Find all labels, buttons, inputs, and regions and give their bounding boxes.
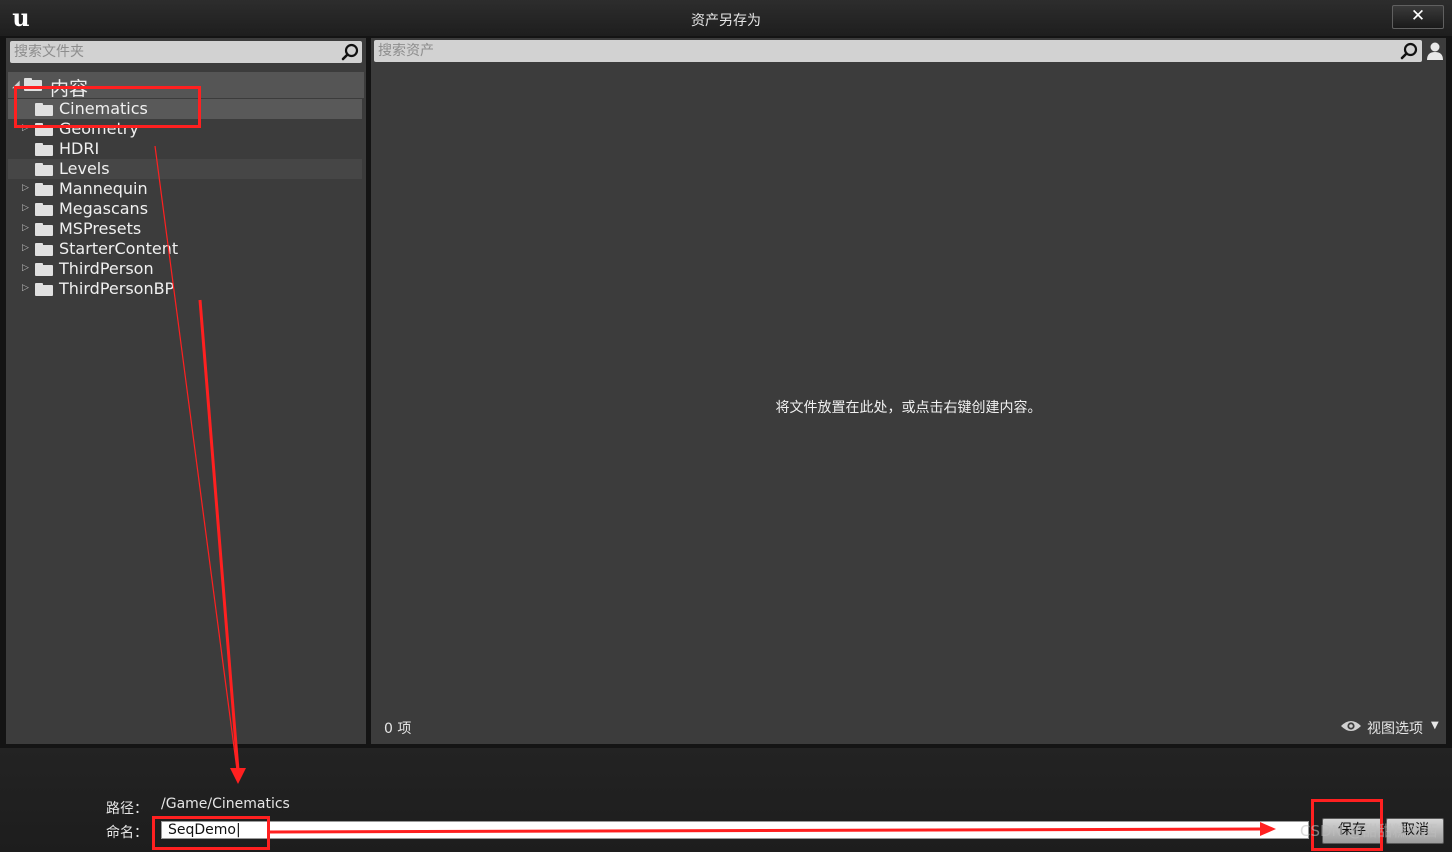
tree-item-thirdperson[interactable]: ▷ ThirdPerson	[8, 259, 362, 279]
user-filter-icon[interactable]	[1426, 41, 1444, 61]
expand-arrow-icon[interactable]: ▷	[22, 243, 29, 253]
tree-item-mannequin[interactable]: ▷ Mannequin	[8, 179, 362, 199]
path-label: 路径：	[106, 801, 148, 817]
empty-drop-message: 将文件放置在此处，或点击右键创建内容。	[775, 400, 1042, 416]
tree-item-label: Mannequin	[59, 179, 148, 198]
view-options-label: 视图选项	[1367, 721, 1423, 737]
tree-item-thirdpersonbp[interactable]: ▷ ThirdPersonBP	[8, 279, 362, 299]
asset-search-input[interactable]	[378, 40, 1378, 62]
tree-item-label: ThirdPerson	[59, 259, 154, 278]
tree-item-label: ThirdPersonBP	[59, 279, 175, 298]
tree-item-mspresets[interactable]: ▷ MSPresets	[8, 219, 362, 239]
asset-panel: 将文件放置在此处，或点击右键创建内容。 0 项 视图选项 ▼	[371, 38, 1446, 744]
close-icon: ✕	[1410, 6, 1426, 26]
expand-arrow-icon[interactable]: ▷	[22, 183, 29, 193]
caret-down-icon: ▼	[1431, 720, 1439, 731]
asset-search-box[interactable]	[374, 40, 1422, 62]
expand-arrow-icon[interactable]: ▷	[22, 203, 29, 213]
close-button[interactable]: ✕	[1392, 5, 1444, 29]
name-label: 命名：	[106, 825, 148, 841]
tree-item-label: Levels	[59, 159, 110, 178]
search-icon[interactable]	[341, 43, 359, 61]
folder-icon	[35, 183, 53, 196]
expand-arrow-icon[interactable]: ▷	[22, 263, 29, 273]
watermark: CSDN @甜甜糕杰西	[1300, 822, 1438, 840]
tree-item-startercontent[interactable]: ▷ StarterContent	[8, 239, 362, 259]
item-count: 0 项	[384, 721, 412, 737]
tree-item-label: StarterContent	[59, 239, 179, 258]
folder-icon	[35, 243, 53, 256]
folder-search-input[interactable]	[14, 41, 334, 63]
expand-arrow-icon[interactable]: ▷	[22, 223, 29, 233]
tree-item-label: MSPresets	[59, 219, 142, 238]
tree-item-levels[interactable]: Levels	[8, 159, 362, 179]
eye-icon	[1341, 721, 1361, 731]
path-value: /Game/Cinematics	[161, 796, 290, 812]
tree-item-hdri[interactable]: HDRI	[8, 139, 362, 159]
folder-icon	[35, 263, 53, 276]
title-bar: u 资产另存为 ✕	[0, 0, 1452, 36]
tree-item-label: HDRI	[59, 139, 100, 158]
folder-search-box[interactable]	[10, 41, 362, 63]
search-icon[interactable]	[1400, 42, 1418, 60]
folder-icon	[35, 203, 53, 216]
folder-panel: ◢ 内容 Cinematics▷GeometryHDRILevels▷Manne…	[6, 38, 366, 744]
folder-icon	[35, 223, 53, 236]
tree-item-label: Megascans	[59, 199, 149, 218]
tree-item-megascans[interactable]: ▷ Megascans	[8, 199, 362, 219]
asset-name-input[interactable]: SeqDemo|	[161, 821, 1309, 839]
annotation-box-cinematics	[14, 86, 201, 128]
folder-icon	[35, 143, 53, 156]
expand-arrow-icon[interactable]: ▷	[22, 283, 29, 293]
annotation-box-name	[152, 816, 270, 850]
folder-icon	[35, 163, 53, 176]
window-title: 资产另存为	[691, 13, 761, 29]
folder-icon	[35, 283, 53, 296]
